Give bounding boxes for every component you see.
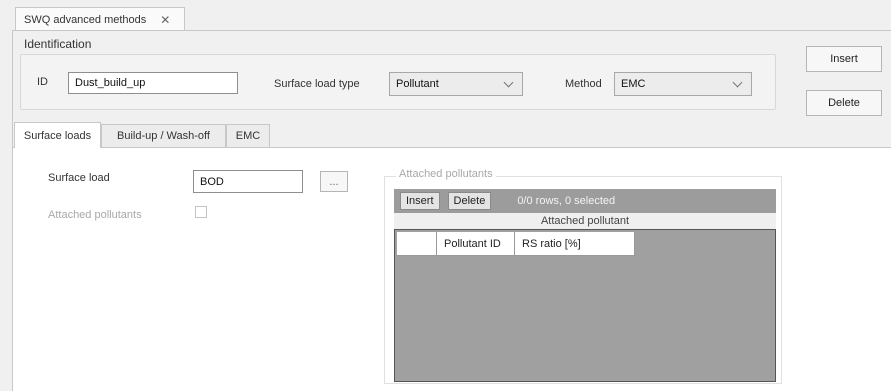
browse-button[interactable]: ...: [320, 171, 348, 192]
tab-surface-loads[interactable]: Surface loads: [14, 122, 101, 148]
chevron-down-icon: [503, 77, 514, 87]
tab-title: SWQ advanced methods: [24, 13, 147, 26]
grid-caption: Attached pollutant: [394, 213, 776, 229]
attached-pollutants-table[interactable]: Pollutant ID RS ratio [%]: [394, 229, 776, 382]
tab-emc[interactable]: EMC: [226, 124, 270, 147]
attached-pollutants-checkbox[interactable]: [195, 206, 207, 218]
grid-status: 0/0 rows, 0 selected: [517, 195, 616, 207]
surface-load-label: Surface load: [48, 172, 110, 184]
method-value: EMC: [621, 78, 646, 90]
column-header-rs-ratio[interactable]: RS ratio [%]: [515, 232, 635, 256]
method-label: Method: [565, 78, 602, 90]
identification-group-label: Identification: [24, 37, 92, 51]
grid-insert-button[interactable]: Insert: [400, 192, 440, 210]
attached-pollutants-legend: Attached pollutants: [396, 168, 496, 180]
column-header-pollutant-id[interactable]: Pollutant ID: [437, 232, 515, 256]
delete-button[interactable]: Delete: [806, 90, 882, 116]
tab-swq-advanced-methods[interactable]: SWQ advanced methods ✕: [15, 7, 185, 31]
surface-load-type-label: Surface load type: [274, 78, 360, 90]
grid-delete-button[interactable]: Delete: [447, 192, 492, 210]
grid-toolbar: Insert Delete 0/0 rows, 0 selected: [394, 189, 776, 213]
chevron-down-icon: [732, 77, 743, 87]
tab-build-up-wash-off[interactable]: Build-up / Wash-off: [101, 124, 226, 147]
close-icon[interactable]: ✕: [160, 13, 170, 27]
table-header: Pollutant ID RS ratio [%]: [397, 232, 635, 256]
id-label: ID: [37, 76, 48, 88]
surface-load-type-select[interactable]: Pollutant: [389, 72, 523, 96]
surface-load-type-value: Pollutant: [396, 78, 439, 90]
id-input[interactable]: Dust_build_up: [68, 72, 238, 94]
surface-load-input[interactable]: BOD: [193, 170, 303, 193]
attached-pollutants-label: Attached pollutants: [48, 209, 142, 221]
method-select[interactable]: EMC: [614, 72, 752, 96]
insert-button[interactable]: Insert: [806, 46, 882, 72]
row-selector-header[interactable]: [397, 232, 437, 256]
